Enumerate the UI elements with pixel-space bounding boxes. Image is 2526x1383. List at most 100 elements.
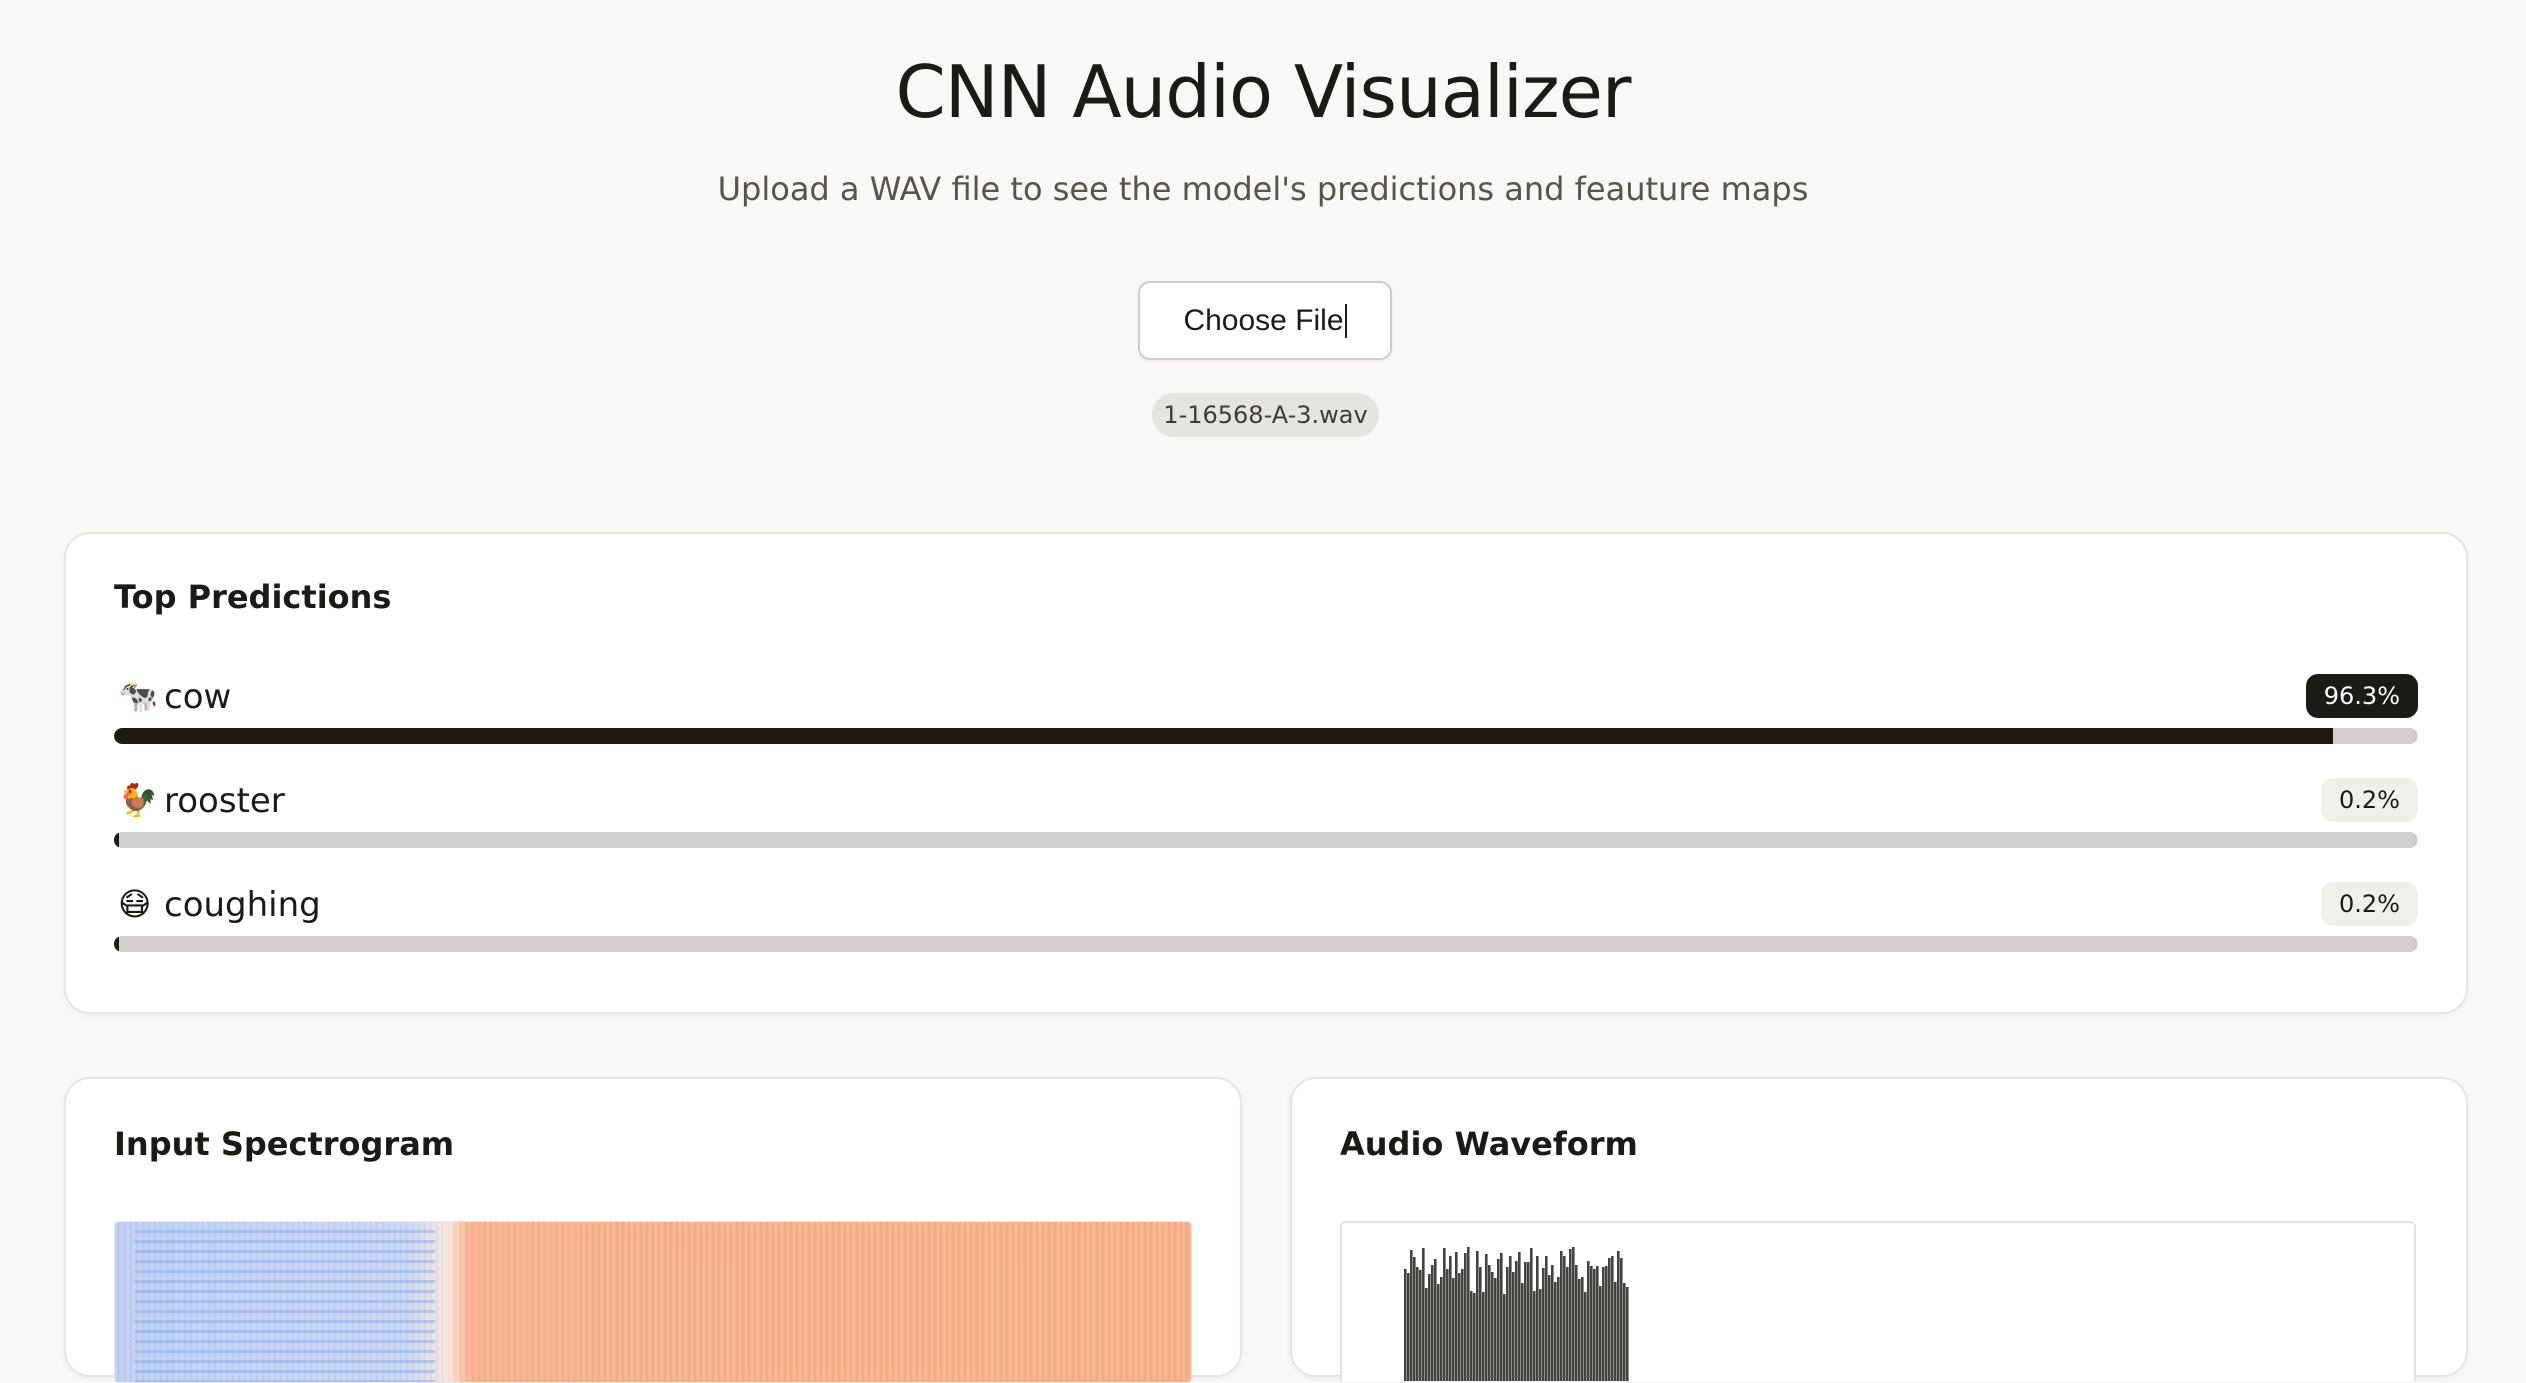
waveform-bar xyxy=(1515,1261,1518,1381)
spectrogram-band xyxy=(135,1290,435,1293)
waveform-bar xyxy=(1497,1259,1500,1381)
waveform-bar xyxy=(1467,1247,1470,1381)
waveform-bar xyxy=(1545,1256,1548,1381)
spectrogram-band xyxy=(135,1250,435,1253)
prediction-percent-badge: 96.3% xyxy=(2305,674,2418,718)
waveform-bar xyxy=(1623,1283,1626,1381)
prediction-bar-fill xyxy=(114,728,2333,744)
waveform-bar xyxy=(1524,1262,1527,1381)
waveform-bar xyxy=(1578,1279,1581,1381)
waveform-bar xyxy=(1437,1284,1440,1381)
spectrogram-band xyxy=(135,1240,435,1243)
waveform-bar xyxy=(1464,1253,1467,1381)
waveform-bar xyxy=(1440,1277,1443,1381)
rooster-icon: 🐓 xyxy=(118,781,158,819)
waveform-bar xyxy=(1494,1278,1497,1381)
spectrogram-band xyxy=(135,1360,435,1363)
waveform-bar xyxy=(1605,1266,1608,1381)
waveform-bar xyxy=(1509,1256,1512,1381)
waveform-bar xyxy=(1473,1293,1476,1381)
top-predictions-card: Top Predictions 🐄 cow 96.3% 🐓 rooster 0.… xyxy=(64,532,2468,1014)
waveform-bar xyxy=(1446,1269,1449,1381)
waveform-plot xyxy=(1340,1221,2416,1381)
waveform-bar xyxy=(1500,1253,1503,1381)
waveform-bar xyxy=(1581,1277,1584,1381)
cow-icon: 🐄 xyxy=(118,677,158,715)
waveform-bar xyxy=(1431,1265,1434,1381)
waveform-bar xyxy=(1422,1248,1425,1381)
spectrogram-band xyxy=(135,1310,435,1313)
input-spectrogram-title: Input Spectrogram xyxy=(114,1125,455,1163)
prediction-label: cow xyxy=(164,677,232,717)
waveform-bar xyxy=(1527,1262,1530,1381)
waveform-bar xyxy=(1455,1252,1458,1381)
waveform-bar xyxy=(1434,1259,1437,1381)
waveform-bar xyxy=(1551,1265,1554,1381)
waveform-svg xyxy=(1404,1247,1629,1381)
waveform-bar xyxy=(1521,1283,1524,1381)
waveform-bar xyxy=(1419,1270,1422,1381)
waveform-bar xyxy=(1491,1272,1494,1381)
page-title: CNN Audio Visualizer xyxy=(895,50,1631,134)
choose-file-label: Choose File xyxy=(1183,303,1344,337)
waveform-bar xyxy=(1563,1256,1566,1381)
prediction-label: coughing xyxy=(164,885,321,925)
text-caret xyxy=(1344,303,1347,338)
spectrogram-band xyxy=(135,1230,435,1233)
spectrogram-band xyxy=(135,1340,435,1343)
waveform-bar xyxy=(1410,1250,1413,1381)
waveform-bar xyxy=(1599,1286,1602,1381)
waveform-bar xyxy=(1461,1269,1464,1381)
spectrogram-band xyxy=(135,1300,435,1303)
coughing-face-icon: 😷 xyxy=(118,885,152,923)
waveform-bar xyxy=(1590,1266,1593,1381)
waveform-bar xyxy=(1512,1272,1515,1381)
prediction-percent-badge: 0.2% xyxy=(2321,882,2418,926)
waveform-bar xyxy=(1572,1247,1575,1381)
waveform-bar xyxy=(1569,1249,1572,1381)
waveform-bar xyxy=(1506,1267,1509,1381)
waveform-bar xyxy=(1485,1254,1488,1381)
waveform-bar xyxy=(1404,1269,1407,1381)
top-predictions-title: Top Predictions xyxy=(114,578,392,616)
waveform-bar xyxy=(1557,1277,1560,1381)
selected-file-badge: 1-16568-A-3.wav xyxy=(1152,393,1379,437)
spectrogram-band xyxy=(135,1280,435,1283)
waveform-bar xyxy=(1542,1268,1545,1381)
spectrogram-band xyxy=(135,1350,435,1353)
prediction-bar-track xyxy=(114,832,2418,848)
waveform-bar xyxy=(1503,1294,1506,1381)
waveform-bar xyxy=(1479,1267,1482,1381)
waveform-bar xyxy=(1416,1267,1419,1381)
choose-file-button[interactable]: Choose File xyxy=(1138,281,1392,360)
audio-waveform-card: Audio Waveform xyxy=(1290,1077,2468,1381)
waveform-bar xyxy=(1533,1291,1536,1381)
waveform-bar xyxy=(1518,1252,1521,1381)
spectrogram-band xyxy=(135,1380,435,1382)
waveform-bar xyxy=(1482,1292,1485,1381)
waveform-bar xyxy=(1458,1273,1461,1381)
waveform-bar xyxy=(1476,1251,1479,1381)
waveform-bar xyxy=(1443,1248,1446,1381)
waveform-bar xyxy=(1608,1258,1611,1381)
prediction-item: 🐄 cow 96.3% xyxy=(114,672,2418,744)
prediction-bar-fill xyxy=(114,832,119,848)
waveform-bar xyxy=(1560,1251,1563,1381)
waveform-bar xyxy=(1539,1289,1542,1381)
spectrogram-band xyxy=(135,1320,435,1323)
spectrogram-band xyxy=(135,1370,435,1373)
waveform-bar xyxy=(1548,1275,1551,1381)
waveform-bar xyxy=(1617,1251,1620,1381)
waveform-bar xyxy=(1611,1256,1614,1381)
waveform-bar xyxy=(1428,1274,1431,1381)
waveform-bar xyxy=(1620,1258,1623,1381)
page-subtitle: Upload a WAV file to see the model's pre… xyxy=(717,170,1809,208)
waveform-bar xyxy=(1587,1261,1590,1381)
prediction-bar-fill xyxy=(114,936,119,952)
waveform-bar xyxy=(1626,1287,1629,1381)
audio-waveform-title: Audio Waveform xyxy=(1340,1125,1638,1163)
waveform-bar xyxy=(1596,1266,1599,1381)
waveform-bar xyxy=(1470,1291,1473,1381)
prediction-item: 😷 coughing 0.2% xyxy=(114,880,2418,952)
prediction-label: rooster xyxy=(164,781,285,821)
